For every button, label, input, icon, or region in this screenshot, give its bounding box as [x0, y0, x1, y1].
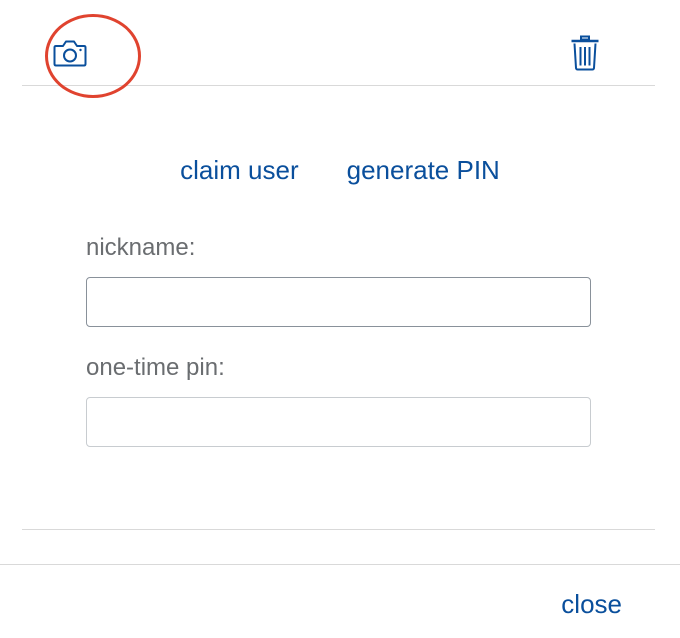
nickname-label: nickname: [86, 234, 196, 261]
camera-button[interactable] [52, 36, 88, 70]
generate-pin-link[interactable]: generate PIN [347, 150, 500, 190]
action-links: claim user generate PIN [0, 150, 680, 190]
nickname-input[interactable] [86, 277, 591, 327]
camera-icon [53, 40, 87, 67]
one-time-pin-label: one-time pin: [86, 354, 225, 381]
content-divider [22, 529, 655, 530]
footer-divider [0, 564, 680, 565]
delete-button[interactable] [568, 34, 602, 72]
claim-user-link[interactable]: claim user [180, 150, 298, 190]
close-button[interactable]: close [561, 584, 622, 624]
trash-icon [571, 35, 599, 71]
dialog-toolbar [22, 0, 655, 86]
one-time-pin-input[interactable] [86, 397, 591, 447]
